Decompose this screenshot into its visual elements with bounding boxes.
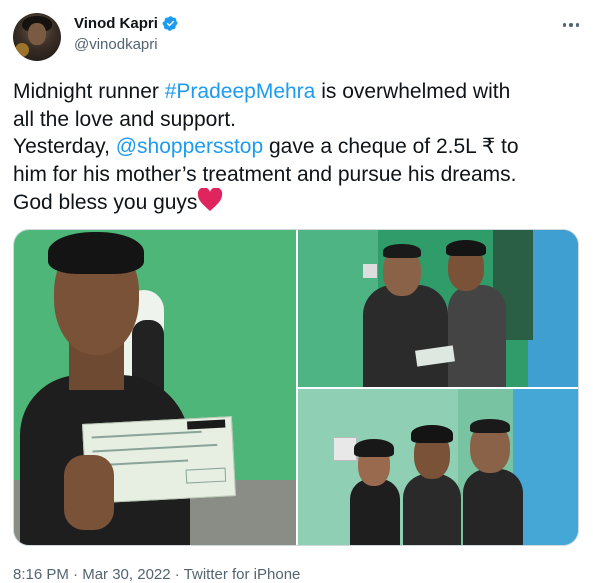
man-in-suit (363, 285, 448, 387)
mention-link[interactable]: @shoppersstop (116, 135, 263, 158)
red-heart-icon (198, 188, 223, 211)
hand (64, 455, 114, 530)
woman-hair (354, 439, 394, 457)
tweet-time[interactable]: 8:16 PM (13, 566, 69, 583)
media-grid (13, 229, 579, 546)
verified-badge-icon[interactable] (162, 15, 179, 32)
tweet-line: Midnight runner #PradeepMehra is overwhe… (13, 78, 583, 106)
tweet-source[interactable]: Twitter for iPhone (184, 566, 301, 583)
group-portrait-photo[interactable] (298, 389, 578, 545)
hashtag-link[interactable]: #PradeepMehra (165, 80, 316, 103)
tweet-line: him for his mother’s treatment and pursu… (13, 162, 517, 186)
boy-in-grey (448, 285, 506, 387)
tweet-text-segment: God bless you guys (13, 191, 198, 214)
boy-hair (411, 425, 453, 443)
meta-separator: · (170, 566, 184, 583)
tweet-line: all the love and support. (13, 107, 236, 131)
hair (48, 232, 144, 274)
boy-holding-cheque-photo[interactable] (14, 230, 296, 545)
author-name-row: Vinod Kapri (74, 15, 179, 32)
tweet-text: Midnight runner #PradeepMehra is overwhe… (13, 78, 583, 217)
tweet-metadata: 8:16 PM · Mar 30, 2022 · Twitter for iPh… (13, 566, 300, 583)
man-in-suit (463, 469, 523, 545)
woman-black-top (350, 479, 400, 545)
tweet-line: God bless you guys (13, 188, 583, 217)
more-dot (562, 23, 567, 27)
avatar-light (15, 43, 29, 57)
cheque-handover-photo[interactable] (298, 230, 578, 387)
boy-hair (446, 240, 486, 256)
tweet-text-segment: is overwhelmed with (315, 80, 511, 103)
meta-separator: · (68, 566, 83, 583)
man-hair (470, 419, 510, 433)
man-hair (383, 244, 421, 258)
tweet-text-segment: Yesterday, (13, 135, 116, 158)
more-options-icon[interactable] (560, 14, 582, 36)
avatar-face (28, 23, 46, 45)
boy-black-tshirt (403, 474, 461, 545)
tweet-text-segment: gave a cheque of 2.5L ₹ to (263, 135, 519, 158)
tweet-date[interactable]: Mar 30, 2022 (82, 566, 170, 583)
tweet-line: Yesterday, @shoppersstop gave a cheque o… (13, 133, 583, 161)
more-dot (575, 23, 580, 27)
author-handle[interactable]: @vinodkapri (74, 36, 158, 53)
blue-wall (528, 230, 578, 387)
author-display-name[interactable]: Vinod Kapri (74, 15, 158, 32)
switch-board (363, 264, 377, 278)
tweet-text-segment: Midnight runner (13, 80, 165, 103)
more-dot (569, 23, 573, 27)
author-avatar[interactable] (13, 13, 61, 61)
